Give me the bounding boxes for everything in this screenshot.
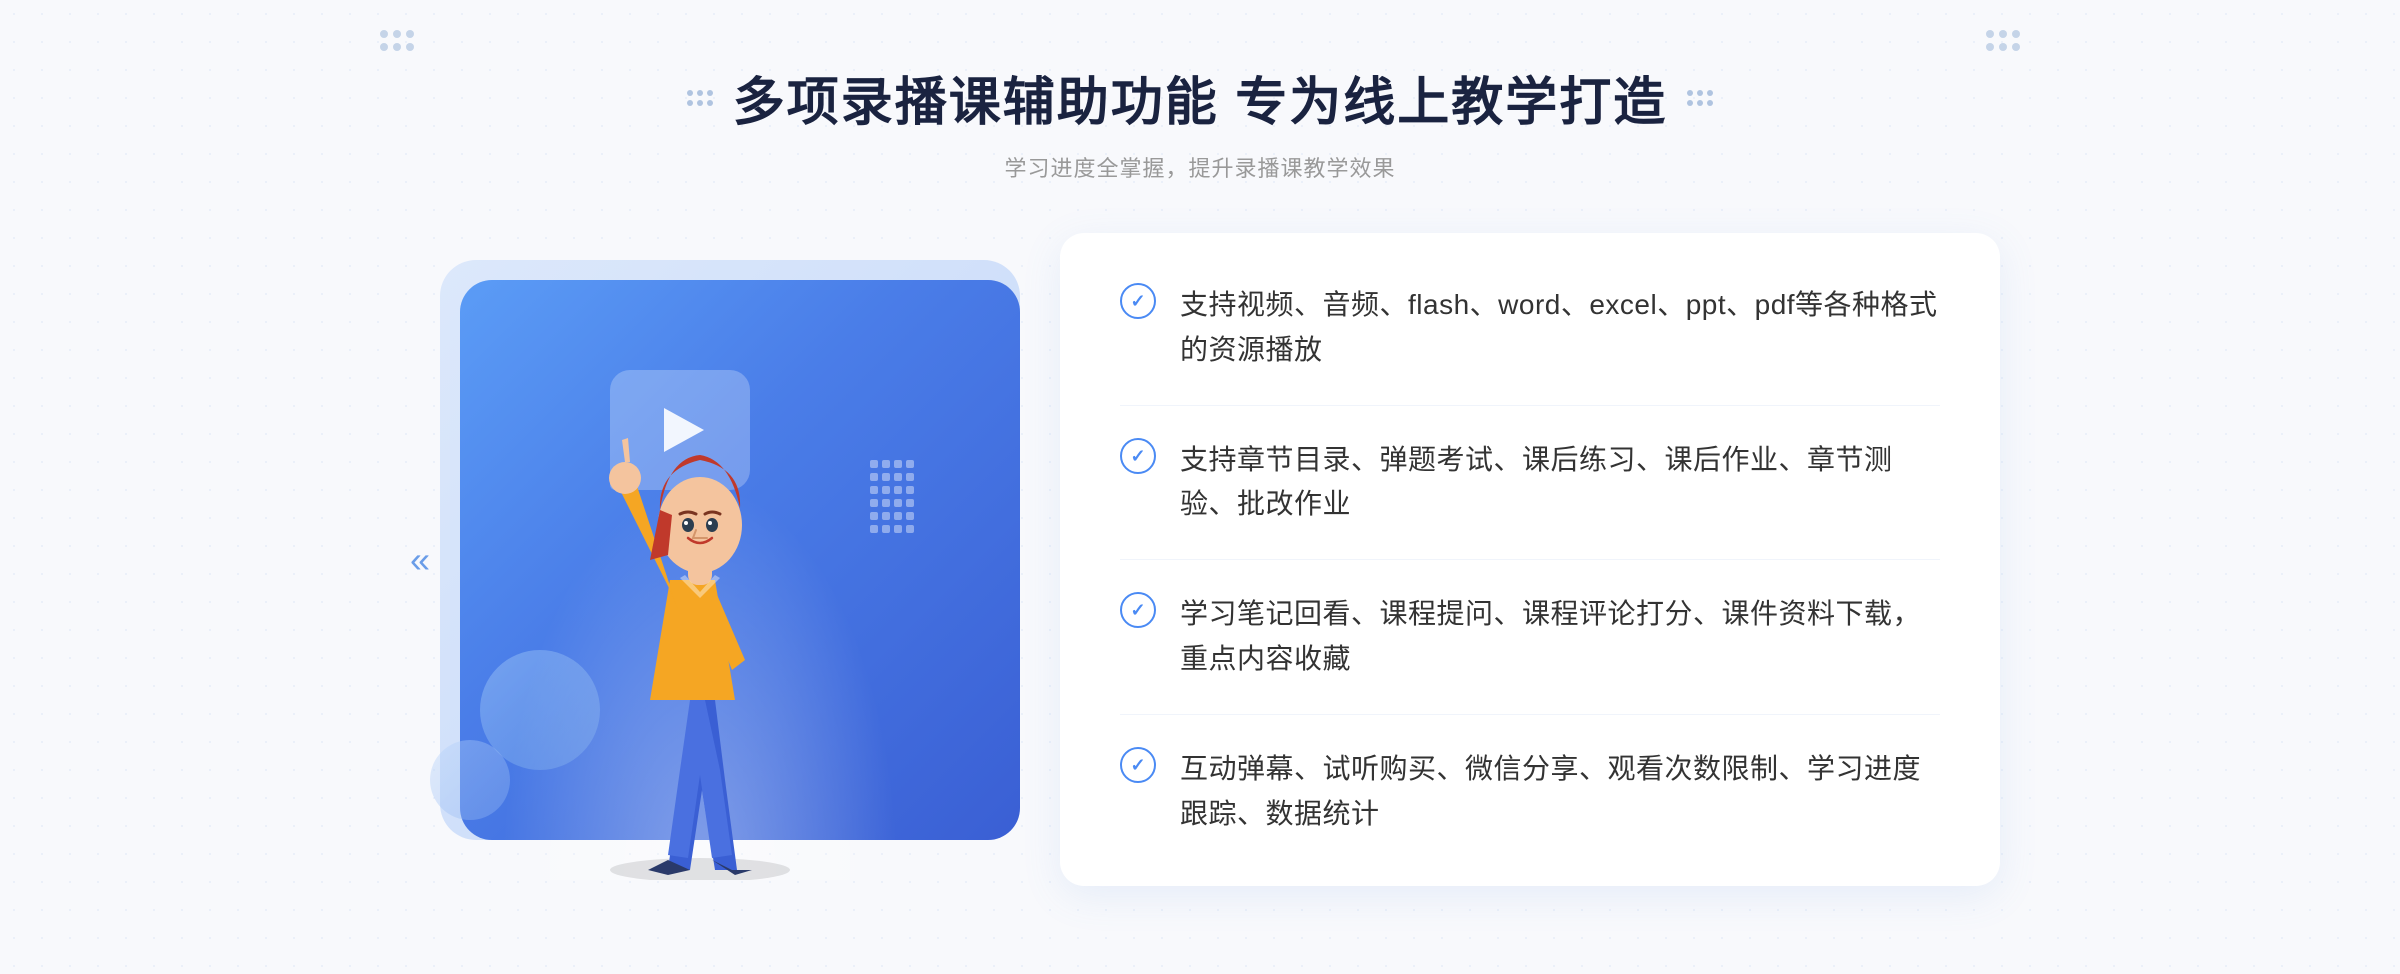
feature-text-1: 支持视频、音频、flash、word、excel、ppt、pdf等各种格式的资源…	[1180, 283, 1940, 373]
feature-text-2: 支持章节目录、弹题考试、课后练习、课后作业、章节测验、批改作业	[1180, 438, 1940, 528]
page-container: 多项录播课辅助功能 专为线上教学打造 学习进度全掌握，提升录播课教学效果 «	[0, 0, 2400, 974]
deco-dots-topleft	[380, 30, 414, 51]
feature-item-2: ✓ 支持章节目录、弹题考试、课后练习、课后作业、章节测验、批改作业	[1120, 406, 1940, 561]
subtitle: 学习进度全掌握，提升录播课教学效果	[687, 151, 1713, 183]
main-title: 多项录播课辅助功能 专为线上教学打造	[733, 60, 1667, 135]
content-section: «	[400, 233, 2000, 886]
illustration-wrapper: «	[400, 240, 1080, 880]
title-row: 多项录播课辅助功能 专为线上教学打造	[687, 60, 1713, 135]
right-decorator	[1687, 90, 1713, 106]
check-icon-2: ✓	[1120, 438, 1156, 474]
check-mark-2: ✓	[1130, 447, 1145, 465]
feature-item-4: ✓ 互动弹幕、试听购买、微信分享、观看次数限制、学习进度跟踪、数据统计	[1120, 715, 1940, 837]
feature-item-1: ✓ 支持视频、音频、flash、word、excel、ppt、pdf等各种格式的…	[1120, 283, 1940, 406]
feature-text-4: 互动弹幕、试听购买、微信分享、观看次数限制、学习进度跟踪、数据统计	[1180, 747, 1940, 837]
figure-illustration	[560, 360, 840, 880]
header-section: 多项录播课辅助功能 专为线上教学打造 学习进度全掌握，提升录播课教学效果	[687, 60, 1713, 183]
check-mark-4: ✓	[1130, 756, 1145, 774]
feature-item-3: ✓ 学习笔记回看、课程提问、课程评论打分、课件资料下载，重点内容收藏	[1120, 560, 1940, 715]
check-mark-1: ✓	[1130, 292, 1145, 310]
deco-circle-small	[430, 740, 510, 820]
feature-text-3: 学习笔记回看、课程提问、课程评论打分、课件资料下载，重点内容收藏	[1180, 592, 1940, 682]
check-mark-3: ✓	[1130, 601, 1145, 619]
check-icon-3: ✓	[1120, 592, 1156, 628]
check-icon-1: ✓	[1120, 283, 1156, 319]
features-panel: ✓ 支持视频、音频、flash、word、excel、ppt、pdf等各种格式的…	[1060, 233, 2000, 886]
deco-dots-topright	[1986, 30, 2020, 51]
left-chevrons-icon: «	[410, 542, 430, 578]
deco-stripes	[870, 460, 920, 550]
left-decorator	[687, 90, 713, 106]
check-icon-4: ✓	[1120, 747, 1156, 783]
